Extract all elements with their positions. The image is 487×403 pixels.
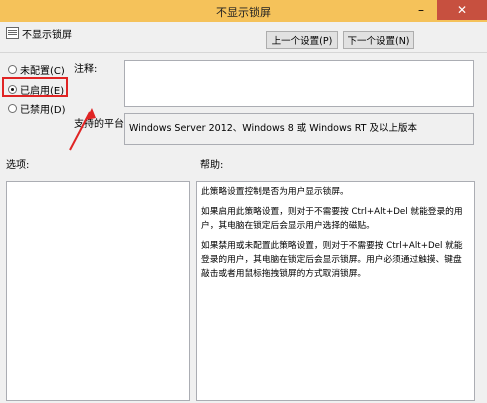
setting-name: 不显示锁屏 (22, 30, 72, 41)
platform-field: Windows Server 2012、Windows 8 或 Windows … (124, 113, 474, 145)
next-setting-button[interactable]: 下一个设置(N) (343, 31, 414, 49)
options-label: 选项: (6, 160, 30, 171)
minimize-button[interactable]: – (408, 0, 434, 20)
comment-textarea[interactable] (124, 60, 474, 107)
radio-label: 未配置(C) (20, 66, 65, 77)
help-paragraph: 此策略设置控制是否为用户显示锁屏。 (201, 187, 349, 197)
radio-disabled[interactable]: 已禁用(D) (8, 101, 66, 116)
radio-circle[interactable] (8, 65, 17, 74)
comment-label: 注释: (74, 64, 98, 75)
options-panel (6, 181, 190, 401)
divider (0, 52, 487, 53)
radio-label: 已禁用(D) (20, 105, 66, 116)
platform-label: 支持的平台: (74, 119, 128, 130)
annotation-highlight-box (2, 77, 68, 97)
close-button[interactable]: ✕ (437, 0, 487, 20)
previous-setting-button[interactable]: 上一个设置(P) (266, 31, 338, 49)
policy-setting-icon (6, 27, 19, 39)
help-panel: 此策略设置控制是否为用户显示锁屏。 如果启用此策略设置，则对于不需要按 Ctrl… (196, 181, 475, 401)
help-paragraph: 如果禁用或未配置此策略设置，则对于不需要按 Ctrl+Alt+Del 就能登录的… (201, 241, 463, 279)
help-paragraph: 如果启用此策略设置，则对于不需要按 Ctrl+Alt+Del 就能登录的用户，其… (201, 207, 463, 231)
radio-not-configured[interactable]: 未配置(C) (8, 62, 65, 77)
help-label: 帮助: (200, 160, 224, 171)
radio-circle[interactable] (8, 104, 17, 113)
help-scrollbar[interactable] (475, 181, 487, 401)
title-bar: 不显示锁屏 – ✕ (0, 0, 487, 22)
